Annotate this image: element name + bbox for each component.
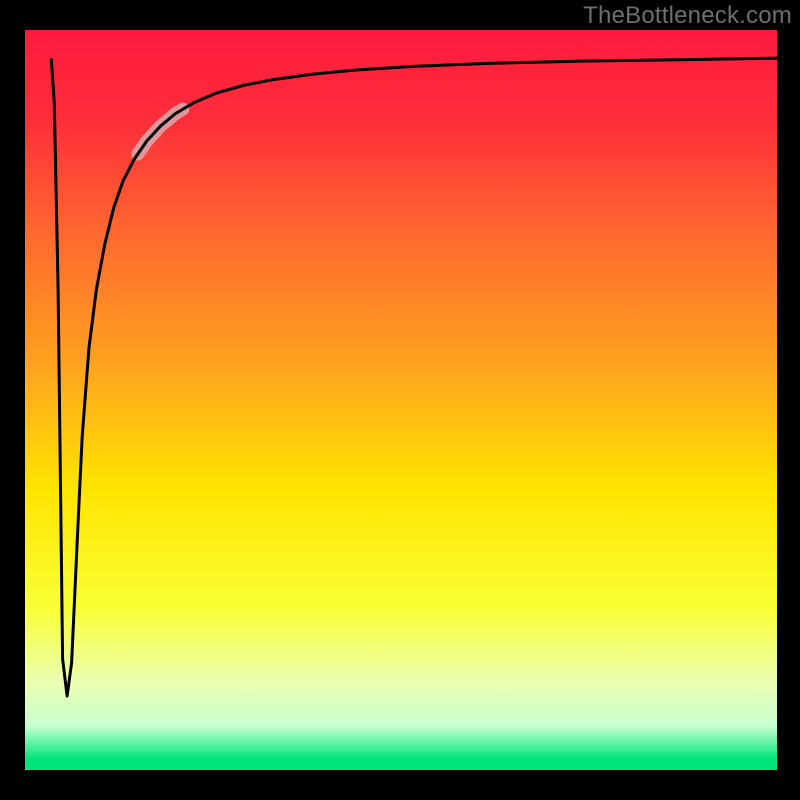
watermark-text: TheBottleneck.com (583, 2, 792, 30)
plot-background (25, 30, 777, 770)
chart-frame: TheBottleneck.com (0, 0, 800, 800)
bottleneck-chart (0, 0, 800, 800)
